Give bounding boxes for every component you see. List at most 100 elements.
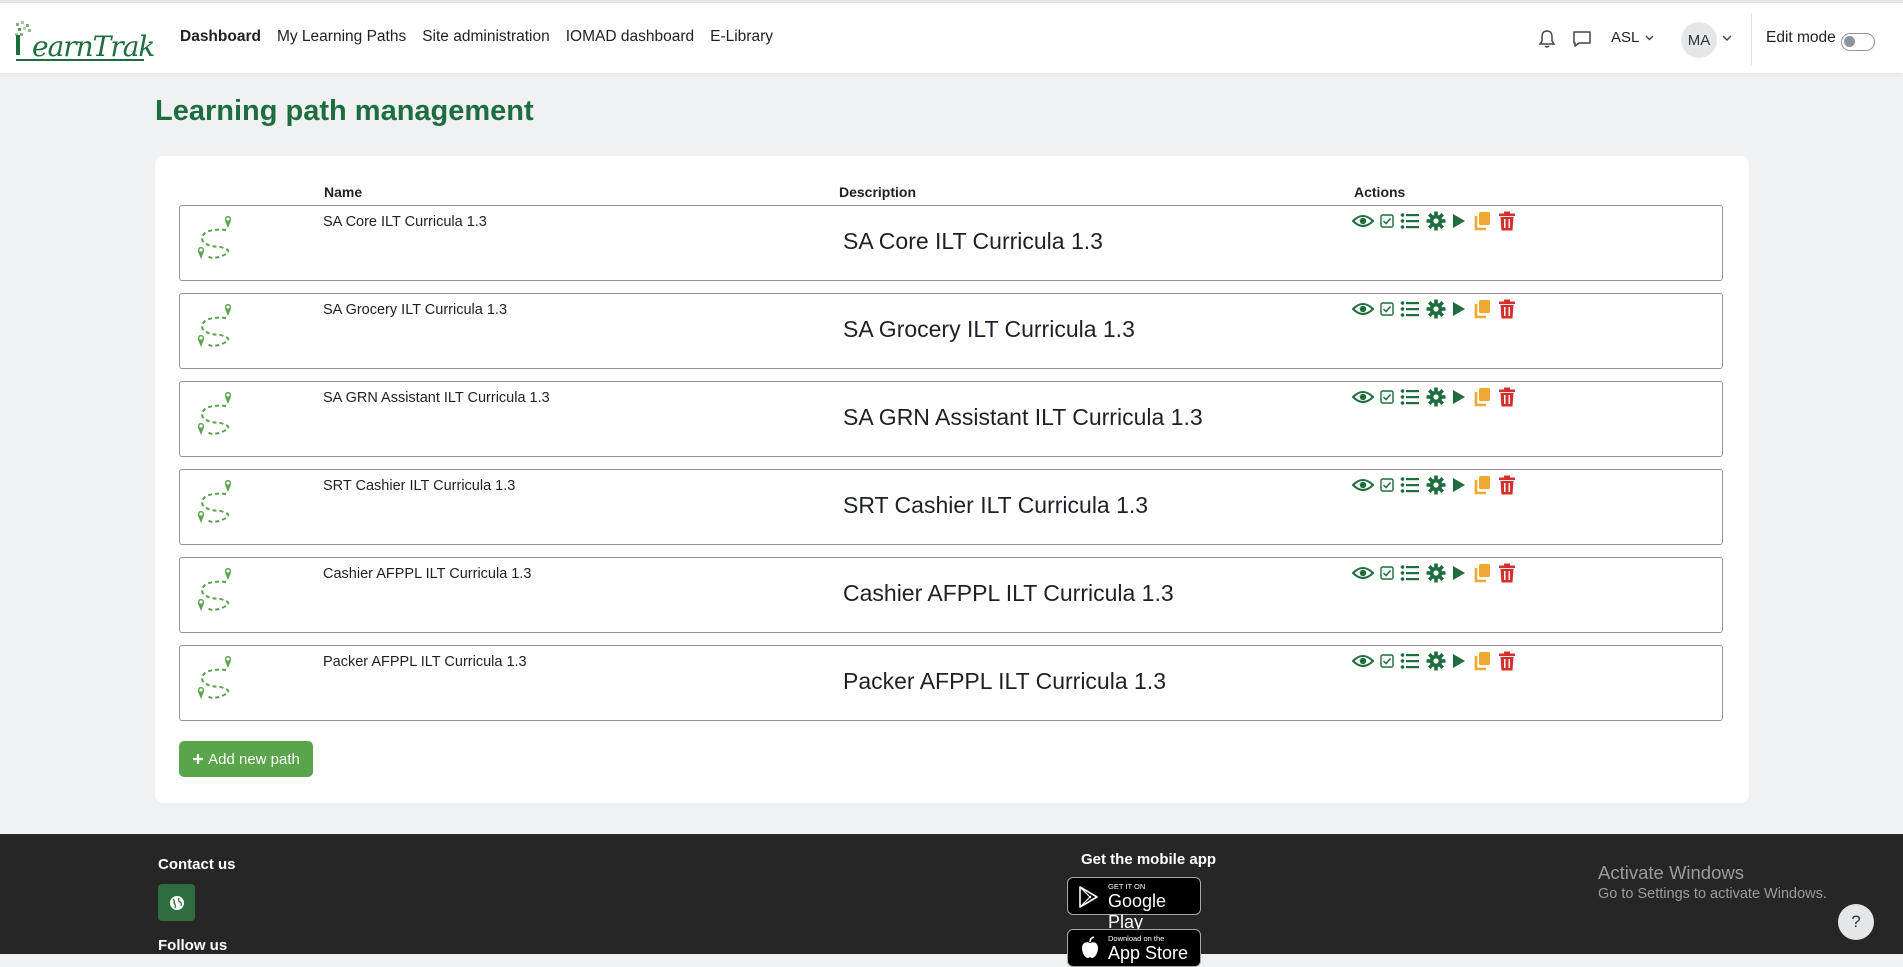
row-actions — [1352, 387, 1522, 407]
list-icon[interactable] — [1400, 652, 1420, 670]
gear-icon[interactable] — [1426, 475, 1446, 495]
gear-icon[interactable] — [1426, 211, 1446, 231]
trash-icon[interactable] — [1498, 211, 1516, 231]
learning-path-icon — [194, 210, 236, 262]
learning-path-card: Name Description Actions SA Core ILT Cur… — [155, 156, 1749, 803]
eye-icon[interactable] — [1352, 565, 1374, 581]
edit-mode-toggle[interactable] — [1841, 33, 1875, 51]
learning-path-name: Packer AFPPL ILT Curricula 1.3 — [323, 654, 527, 670]
checkbox-icon[interactable] — [1380, 566, 1394, 580]
learning-path-row: SRT Cashier ILT Curricula 1.3 SRT Cashier… — [179, 469, 1723, 545]
checkbox-icon[interactable] — [1380, 654, 1394, 668]
nav-e-library[interactable]: E-Library — [710, 28, 773, 46]
trash-icon[interactable] — [1498, 387, 1516, 407]
page-title: Learning path management — [155, 95, 534, 127]
play-icon[interactable] — [1452, 301, 1466, 317]
mobile-app-heading: Get the mobile app — [1081, 851, 1217, 868]
user-menu-chevron-icon[interactable] — [1722, 33, 1732, 43]
trash-icon[interactable] — [1498, 651, 1516, 671]
app-store-small-text: Download on the — [1108, 934, 1165, 943]
list-icon[interactable] — [1400, 388, 1420, 406]
plus-icon — [193, 754, 204, 764]
column-header-actions: Actions — [1354, 184, 1406, 200]
play-icon[interactable] — [1452, 477, 1466, 493]
eye-icon[interactable] — [1352, 477, 1374, 493]
google-play-icon — [1079, 886, 1098, 908]
learning-path-name: SA GRN Assistant ILT Curricula 1.3 — [323, 390, 550, 406]
list-icon[interactable] — [1400, 476, 1420, 494]
learning-path-name: Cashier AFPPL ILT Curricula 1.3 — [323, 566, 532, 582]
learning-path-description: SA GRN Assistant ILT Curricula 1.3 — [843, 404, 1203, 430]
help-button[interactable]: ? — [1838, 904, 1874, 940]
learning-path-description: Cashier AFPPL ILT Curricula 1.3 — [843, 580, 1174, 606]
checkbox-icon[interactable] — [1380, 390, 1394, 404]
bell-icon[interactable] — [1538, 29, 1556, 49]
watermark-subtitle: Go to Settings to activate Windows. — [1598, 886, 1827, 902]
gear-icon[interactable] — [1426, 387, 1446, 407]
copy-icon[interactable] — [1472, 387, 1492, 407]
follow-us-heading: Follow us — [158, 937, 228, 954]
copy-icon[interactable] — [1472, 299, 1492, 319]
gear-icon[interactable] — [1426, 651, 1446, 671]
messages-icon[interactable] — [1572, 30, 1592, 48]
copy-icon[interactable] — [1472, 475, 1492, 495]
play-icon[interactable] — [1452, 389, 1466, 405]
google-play-big-text: Google Play — [1108, 891, 1167, 932]
nav-iomad-dashboard[interactable]: IOMAD dashboard — [566, 28, 694, 46]
add-new-path-label: Add new path — [208, 750, 300, 768]
eye-icon[interactable] — [1352, 389, 1374, 405]
top-navbar: earnTrak Dashboard My Learning Paths Sit… — [0, 3, 1903, 73]
user-avatar[interactable]: MA — [1681, 22, 1717, 58]
learning-path-name: SA Core ILT Curricula 1.3 — [323, 214, 487, 230]
eye-icon[interactable] — [1352, 213, 1374, 229]
learntrak-logo[interactable]: earnTrak — [14, 21, 155, 63]
app-store-badge[interactable]: Download on the App Store — [1067, 929, 1201, 967]
eye-icon[interactable] — [1352, 301, 1374, 317]
copy-icon[interactable] — [1472, 211, 1492, 231]
website-button[interactable] — [158, 884, 195, 921]
learning-path-name: SA Grocery ILT Curricula 1.3 — [323, 302, 508, 318]
list-icon[interactable] — [1400, 564, 1420, 582]
play-icon[interactable] — [1452, 653, 1466, 669]
google-play-small-text: GET IT ON — [1108, 882, 1146, 891]
play-icon[interactable] — [1452, 565, 1466, 581]
learning-path-description: SA Core ILT Curricula 1.3 — [843, 228, 1103, 254]
learning-path-description: SA Grocery ILT Curricula 1.3 — [843, 316, 1135, 342]
add-new-path-button[interactable]: Add new path — [179, 741, 313, 777]
trash-icon[interactable] — [1498, 299, 1516, 319]
checkbox-icon[interactable] — [1380, 478, 1394, 492]
gear-icon[interactable] — [1426, 299, 1446, 319]
checkbox-icon[interactable] — [1380, 214, 1394, 228]
eye-icon[interactable] — [1352, 653, 1374, 669]
row-actions — [1352, 563, 1522, 583]
nav-dashboard[interactable]: Dashboard — [180, 28, 261, 46]
learning-path-description: Packer AFPPL ILT Curricula 1.3 — [843, 668, 1166, 694]
google-play-badge[interactable]: GET IT ON Google Play — [1067, 877, 1201, 932]
site-footer: Contact us Follow us Get the mobile app … — [0, 834, 1903, 967]
play-icon[interactable] — [1452, 213, 1466, 229]
row-actions — [1352, 651, 1522, 671]
language-menu[interactable]: ASL — [1611, 29, 1654, 46]
apple-icon — [1082, 936, 1098, 958]
learning-path-row: SA Grocery ILT Curricula 1.3 SA Grocery I… — [179, 293, 1723, 369]
toggle-knob — [1844, 36, 1855, 47]
copy-icon[interactable] — [1472, 563, 1492, 583]
list-icon[interactable] — [1400, 212, 1420, 230]
logo-underline — [16, 59, 144, 61]
nav-my-learning-paths[interactable]: My Learning Paths — [277, 28, 406, 46]
learning-path-icon — [194, 474, 236, 526]
globe-icon — [169, 895, 184, 910]
list-icon[interactable] — [1400, 300, 1420, 318]
trash-icon[interactable] — [1498, 563, 1516, 583]
contact-us-heading: Contact us — [158, 856, 236, 873]
learning-path-name: SRT Cashier ILT Curricula 1.3 — [323, 478, 516, 494]
nav-site-administration[interactable]: Site administration — [422, 28, 550, 46]
learning-path-row: SA GRN Assistant ILT Curricula 1.3 SA GRN… — [179, 381, 1723, 457]
checkbox-icon[interactable] — [1380, 302, 1394, 316]
gear-icon[interactable] — [1426, 563, 1446, 583]
trash-icon[interactable] — [1498, 475, 1516, 495]
watermark-title: Activate Windows — [1598, 862, 1744, 883]
learning-path-icon — [194, 562, 236, 614]
copy-icon[interactable] — [1472, 651, 1492, 671]
learning-path-row: Cashier AFPPL ILT Curricula 1.3 Cashier A… — [179, 557, 1723, 633]
